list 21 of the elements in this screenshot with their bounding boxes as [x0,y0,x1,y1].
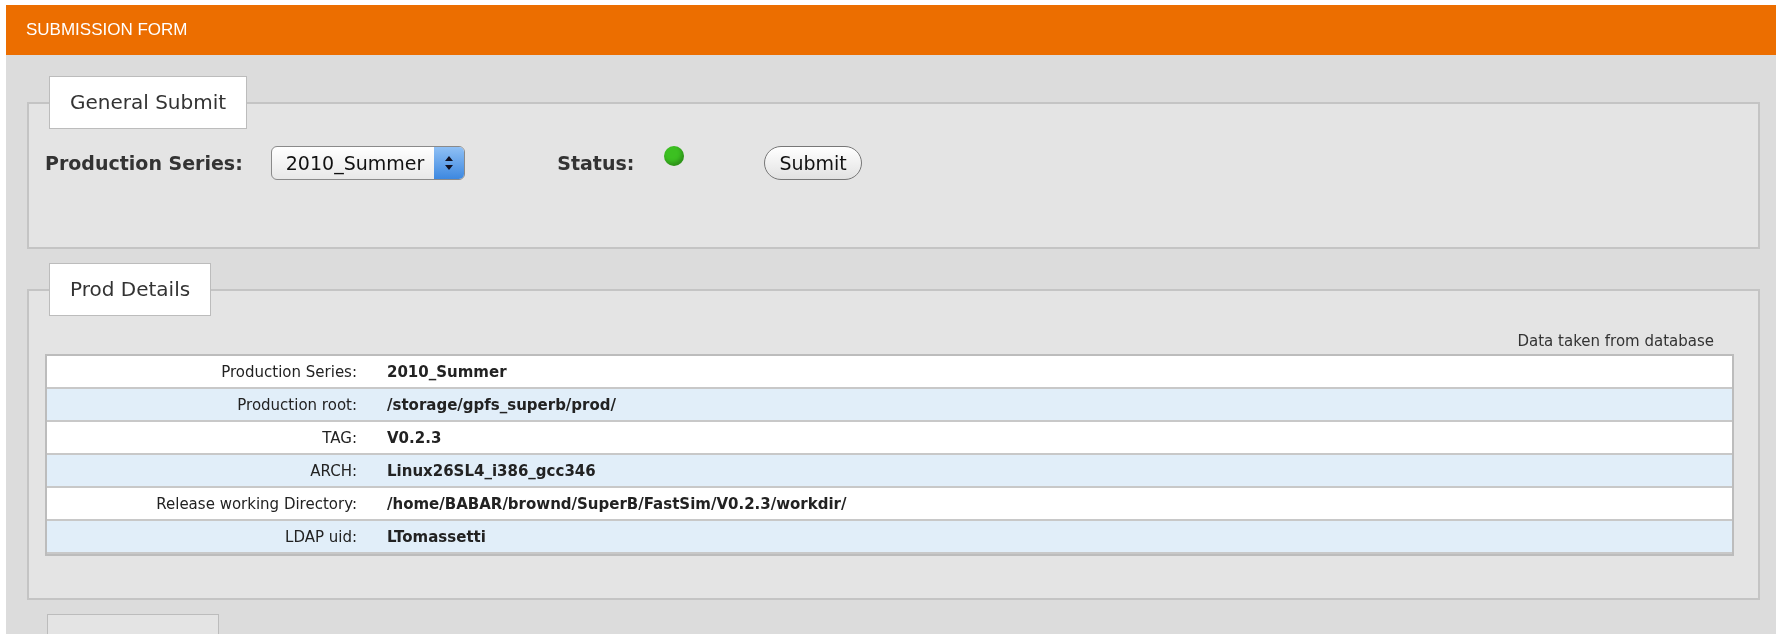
submit-button[interactable]: Submit [764,146,862,180]
panel-title: General Submit [49,76,248,129]
row-label: ARCH: [309,461,358,480]
row-value: LTomassetti [386,527,487,546]
row-value: /storage/gpfs_superb/prod/ [386,395,617,414]
page-header: SUBMISSION FORM [6,5,1776,55]
row-value: Linux26SL4_i386_gcc346 [386,461,597,480]
row-label: Production root: [236,395,358,414]
panel-title: Prod Details [49,263,212,316]
stepper-icon [444,155,455,171]
row-label: Production Series: [220,362,358,381]
row-value: V0.2.3 [386,428,443,447]
field-label: Status: [557,152,635,174]
field-label: Production Series: [45,152,243,174]
row-value: /home/BABAR/brownd/SuperB/FastSim/V0.2.3/workdir/ [386,494,848,513]
row-label: TAG: [321,428,358,447]
row-label: Release working Directory: [155,494,358,513]
series-select[interactable]: 2010_Summer [270,146,466,180]
source-note: Data taken from database [1517,332,1714,350]
row-value: 2010_Summer [386,362,508,381]
row-label: LDAP uid: [284,527,358,546]
